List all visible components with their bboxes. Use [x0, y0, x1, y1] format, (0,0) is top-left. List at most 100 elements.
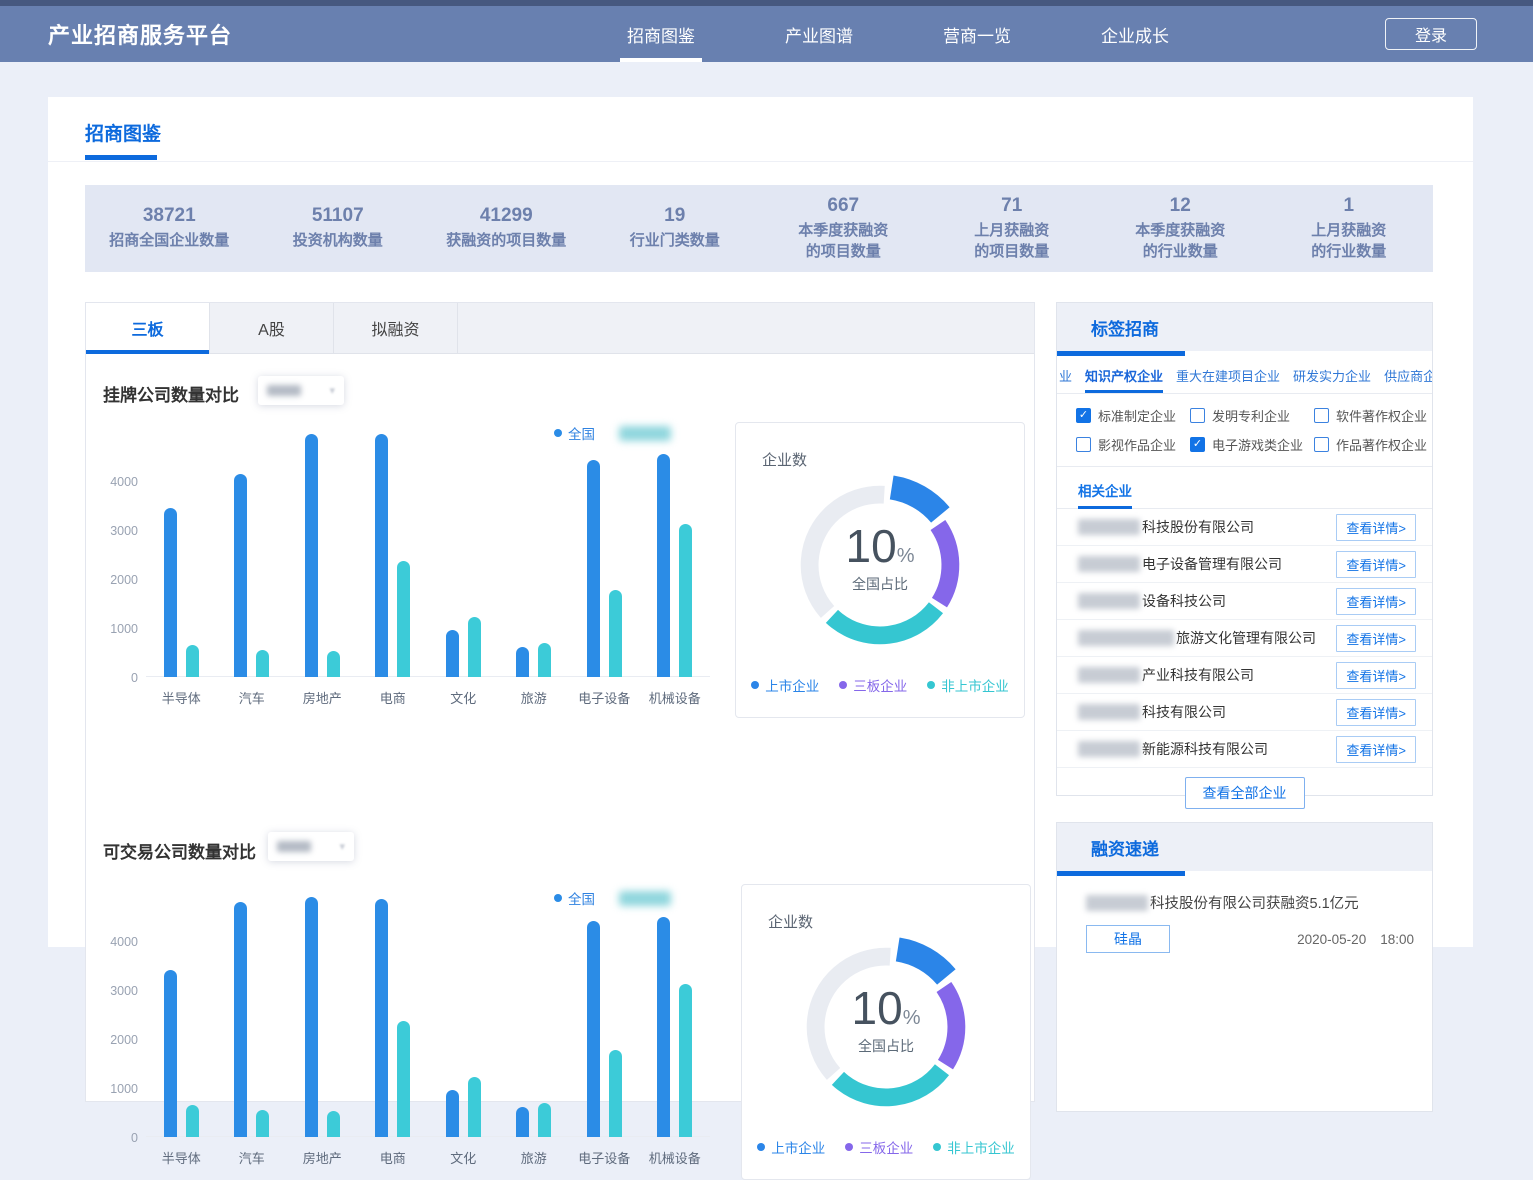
legend-dot [927, 681, 935, 689]
x-axis-label: 房地产 [303, 1148, 342, 1167]
filter-checkbox[interactable]: 发明专利企业 [1190, 406, 1312, 425]
company-row: 科技有限公司 查看详情> [1057, 694, 1432, 731]
nav-item[interactable]: 企业成长 [1094, 6, 1176, 62]
y-axis-tick: 0 [131, 1131, 138, 1145]
nav-item[interactable]: 营商一览 [936, 6, 1018, 62]
filter-checkbox[interactable]: 软件著作权企业 [1314, 406, 1439, 425]
chart-title: 挂牌公司数量对比 [103, 381, 239, 406]
legend-label: 非上市企业 [947, 1137, 1015, 1157]
filter-checkbox[interactable]: 作品著作权企业 [1314, 435, 1439, 454]
x-axis-label: 汽车 [239, 1148, 265, 1167]
tag-tab[interactable]: 业 [1059, 366, 1072, 393]
filter-checkbox[interactable]: 影视作品企业 [1076, 435, 1188, 454]
chevron-down-icon: ▾ [329, 384, 335, 397]
bar-pair [164, 508, 199, 677]
tag-tab[interactable]: 重大在建项目企业 [1176, 366, 1280, 393]
view-detail-button[interactable]: 查看详情> [1336, 514, 1416, 541]
legend-item[interactable]: 三板企业 [839, 675, 907, 695]
login-button[interactable]: 登录 [1385, 18, 1477, 50]
company-name-suffix: 设备科技公司 [1142, 591, 1226, 611]
tag-tab[interactable]: 研发实力企业 [1293, 366, 1371, 393]
x-axis-label: 房地产 [303, 688, 342, 707]
stat-label-line: 行业门类数量 [630, 231, 720, 251]
checkbox-unchecked[interactable] [1314, 408, 1329, 423]
checkbox-checked[interactable]: ✓ [1076, 408, 1091, 423]
market-tab[interactable]: A股 [210, 303, 334, 353]
nav-item[interactable]: 招商图鉴 [620, 6, 702, 62]
card-title: 标签招商 [1057, 303, 1432, 351]
y-axis: 01000200030004000 [98, 432, 138, 677]
view-detail-button[interactable]: 查看详情> [1336, 662, 1416, 689]
bar [397, 561, 410, 677]
filter-checkbox[interactable]: ✓标准制定企业 [1076, 406, 1188, 425]
bar-group: 机械设备 [640, 892, 711, 1137]
filter-label: 作品著作权企业 [1336, 435, 1427, 454]
page-title-underline [85, 155, 157, 160]
filter-dropdown[interactable]: ▾ [258, 376, 344, 405]
company-name-suffix: 科技有限公司 [1142, 702, 1226, 722]
donut-chart-card: 企业数10%全国占比上市企业三板企业非上市企业 [735, 422, 1025, 718]
tag-tab[interactable]: 供应商企业 [1384, 366, 1432, 393]
page-title: 招商图鉴 [85, 119, 161, 146]
x-axis-label: 电商 [380, 1148, 406, 1167]
legend-item-redacted[interactable] [619, 891, 671, 906]
checkbox-checked[interactable]: ✓ [1190, 437, 1205, 452]
market-tabs: 三板A股拟融资 [86, 303, 1034, 354]
checkbox-unchecked[interactable] [1076, 437, 1091, 452]
legend-label: 上市企业 [771, 1137, 825, 1157]
y-axis: 01000200030004000 [98, 892, 138, 1137]
legend-dot [933, 1143, 941, 1151]
y-axis-tick: 1000 [110, 1082, 138, 1096]
chart-title: 可交易公司数量对比 [103, 838, 256, 863]
legend-item[interactable]: 非上市企业 [927, 675, 1009, 695]
stat-label-line: 上月获融资 [974, 221, 1049, 241]
filter-dropdown[interactable]: ▾ [268, 832, 354, 861]
stat-value: 1 [1343, 195, 1354, 217]
funding-news-item: 科技股份有限公司获融资5.1亿元 硅晶 2020-05-20 18:00 [1057, 876, 1432, 953]
tag-tab-list: 业知识产权企业重大在建项目企业研发实力企业供应商企业科 [1057, 356, 1432, 394]
filter-label: 软件著作权企业 [1336, 406, 1427, 425]
x-axis-label: 电子设备 [578, 1148, 630, 1167]
bar [468, 617, 481, 677]
legend-item[interactable]: 上市企业 [757, 1137, 825, 1157]
funding-news-card: 融资速递 科技股份有限公司获融资5.1亿元 硅晶 2020-05-20 18:0… [1056, 822, 1433, 1112]
nav-item[interactable]: 产业图谱 [778, 6, 860, 62]
company-row: 产业科技有限公司查看详情> [1057, 657, 1432, 694]
view-detail-button[interactable]: 查看详情> [1336, 699, 1416, 726]
checkbox-unchecked[interactable] [1190, 408, 1205, 423]
bar [327, 651, 340, 677]
bar [516, 647, 529, 677]
funding-meta-row: 硅晶 2020-05-20 18:00 [1086, 925, 1416, 953]
market-tab[interactable]: 拟融资 [334, 303, 458, 353]
y-axis-tick: 0 [131, 671, 138, 685]
legend-item[interactable]: 非上市企业 [933, 1137, 1015, 1157]
stat-label-line: 本季度获融资 [1135, 221, 1225, 241]
view-detail-button[interactable]: 查看详情> [1336, 588, 1416, 615]
stat-label: 招商全国企业数量 [109, 231, 229, 251]
redacted-text [1086, 895, 1148, 911]
stat-value: 667 [827, 195, 859, 217]
bar-group: 电商 [358, 892, 429, 1137]
legend-item[interactable]: 三板企业 [845, 1137, 913, 1157]
industry-tag[interactable]: 硅晶 [1086, 925, 1170, 953]
x-axis-label: 汽车 [239, 688, 265, 707]
legend-item[interactable]: 上市企业 [751, 675, 819, 695]
checkbox-unchecked[interactable] [1314, 437, 1329, 452]
bar-pair [375, 434, 410, 677]
view-detail-button[interactable]: 查看详情> [1336, 736, 1416, 763]
market-tab[interactable]: 三板 [86, 303, 210, 353]
x-axis-label: 半导体 [162, 688, 201, 707]
view-all-companies-button[interactable]: 查看全部企业 [1185, 777, 1305, 809]
filter-checkbox[interactable]: ✓电子游戏类企业 [1190, 435, 1312, 454]
legend-item[interactable]: 全国 [554, 423, 595, 443]
stat-item: 41299获融资的项目数量 [422, 185, 591, 272]
view-detail-button[interactable]: 查看详情> [1336, 625, 1416, 652]
stat-label-line: 的项目数量 [798, 242, 888, 262]
tag-tab[interactable]: 知识产权企业 [1085, 366, 1163, 393]
company-name-suffix: 新能源科技有限公司 [1142, 739, 1268, 759]
legend-item-redacted[interactable] [619, 426, 671, 441]
view-detail-button[interactable]: 查看详情> [1336, 551, 1416, 578]
legend-item[interactable]: 全国 [554, 888, 595, 908]
bar-group: 旅游 [499, 892, 570, 1137]
redacted-text [1078, 741, 1140, 757]
